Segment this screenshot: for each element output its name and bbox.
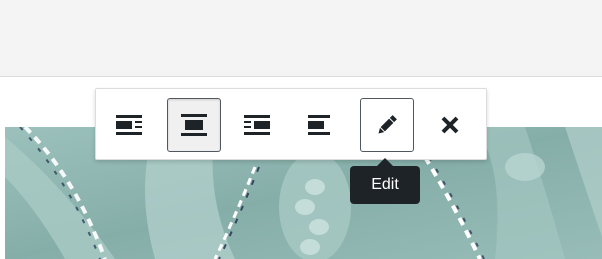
align-none-icon: [308, 115, 330, 135]
align-right-button[interactable]: [230, 98, 284, 152]
align-center-button[interactable]: [167, 98, 221, 152]
align-none-button[interactable]: [292, 98, 346, 152]
remove-button[interactable]: [423, 98, 477, 152]
editor-top-bar: [0, 0, 602, 77]
align-right-icon: [244, 115, 270, 135]
pencil-icon: [378, 115, 397, 134]
tooltip-arrow: [377, 158, 393, 166]
close-icon: [441, 116, 459, 134]
align-left-icon: [116, 115, 142, 135]
align-left-button[interactable]: [102, 98, 156, 152]
align-center-icon: [181, 114, 207, 136]
edit-tooltip: Edit: [350, 166, 420, 204]
edit-button[interactable]: [360, 98, 414, 152]
editor-frame: Edit: [0, 0, 602, 259]
image-toolbar: [95, 88, 487, 160]
